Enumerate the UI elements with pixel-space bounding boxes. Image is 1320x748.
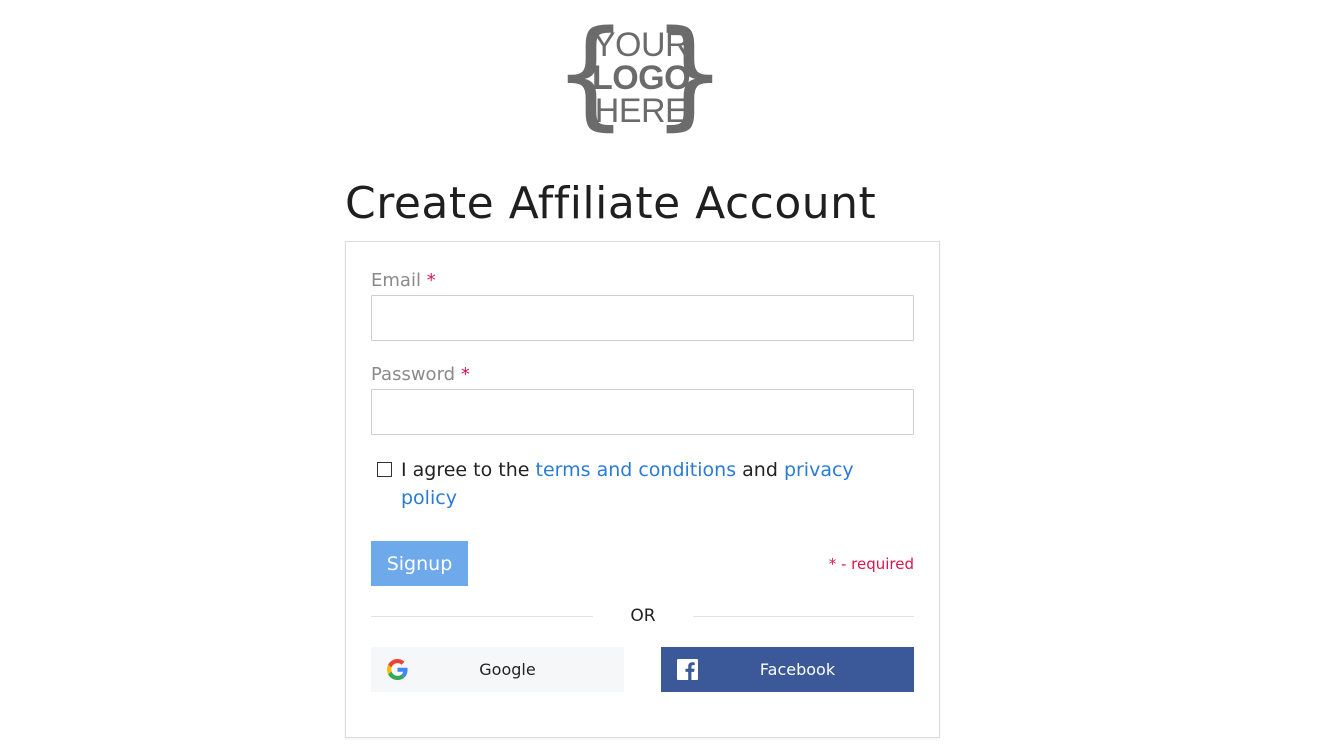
email-label-text: Email (371, 270, 421, 291)
terms-link[interactable]: terms and conditions (536, 459, 737, 481)
agree-middle: and (736, 459, 784, 481)
email-required-mark: * (426, 270, 436, 291)
agree-text: I agree to the terms and conditions and … (401, 456, 901, 512)
facebook-label: Facebook (759, 660, 836, 679)
logo-right-brace: } (651, 4, 727, 142)
password-label-text: Password (371, 364, 456, 385)
required-note: * - required (828, 555, 914, 573)
signup-button[interactable]: Signup (371, 541, 468, 586)
google-label: Google (479, 660, 536, 679)
google-signin-button[interactable]: Google (371, 647, 624, 692)
password-label: Password * (371, 363, 470, 387)
or-label: OR (630, 606, 656, 626)
agree-checkbox[interactable] (377, 462, 392, 477)
or-divider-right (693, 616, 914, 617)
password-input[interactable] (371, 389, 914, 435)
facebook-signin-button[interactable]: Facebook (661, 647, 914, 692)
page-title: Create Affiliate Account (345, 178, 877, 229)
email-input[interactable] (371, 295, 914, 341)
email-label: Email * (371, 269, 436, 293)
or-divider-left (371, 616, 593, 617)
signup-page: { YOUR LOGO HERE } Create Affiliate Acco… (0, 0, 1320, 748)
signup-card: Email * Password * I agree to the terms … (345, 241, 940, 738)
password-required-mark: * (460, 364, 470, 385)
agree-prefix: I agree to the (401, 459, 536, 481)
company-logo: { YOUR LOGO HERE } (553, 14, 727, 140)
